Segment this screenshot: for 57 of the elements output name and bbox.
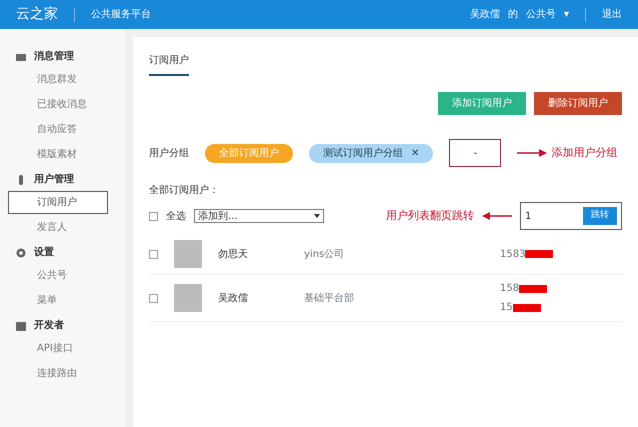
sidebar-item[interactable]: 公共号 (8, 264, 108, 287)
user-name: 吴政儒 (218, 292, 249, 306)
section-title: 设置 (34, 246, 54, 260)
phone-number: 1583 (500, 248, 526, 262)
caret-icon[interactable]: ▾ (564, 7, 569, 22)
person-icon (16, 174, 26, 184)
redaction-bar (519, 284, 548, 292)
sidebar-item[interactable]: 消息群发 (8, 68, 108, 91)
logout-link[interactable]: 退出 (602, 7, 622, 22)
photo-placeholder (174, 284, 202, 312)
user-department: 基础平台部 (304, 292, 355, 306)
arrow-icon (482, 212, 512, 220)
sidebar-item[interactable]: 已接收消息 (8, 93, 108, 116)
account-owner: 吴政儒 (470, 8, 500, 22)
checkbox[interactable] (149, 250, 158, 258)
add-to-dropdown[interactable]: 添加到... (194, 209, 324, 223)
sidebar-item[interactable]: 发言人 (8, 216, 108, 239)
sidebar-item[interactable]: 菜单 (8, 289, 108, 312)
logo-text: 云之家 (16, 5, 58, 24)
list-title: 全部订阅用户： (149, 184, 220, 198)
section-title: 消息管理 (34, 50, 74, 64)
group-tag[interactable]: 测试订阅用户分组 ✕ (309, 144, 434, 162)
sidebar-item[interactable]: API接口 (8, 337, 108, 360)
sidebar-item[interactable]: 订阅用户 (8, 191, 108, 214)
envelope-icon (16, 52, 26, 62)
section-title: 用户管理 (34, 172, 74, 187)
select-all-label: 全选 (166, 210, 186, 224)
checkbox[interactable] (149, 212, 158, 220)
phone-number: 158 (500, 282, 520, 296)
sidebar-item[interactable]: 模版素材 (8, 143, 108, 166)
annotation-text: 用户列表翻页跳转 (386, 208, 474, 224)
delete-button[interactable]: 删除订阅用户 (534, 92, 622, 115)
arrow-icon (517, 149, 548, 157)
caret-icon (314, 214, 320, 218)
phone-number: 15 (500, 301, 513, 315)
redaction-bar (512, 304, 541, 312)
settings-icon (16, 248, 26, 258)
add-button[interactable]: 添加订阅用户 (438, 92, 526, 115)
account-menu[interactable]: 公共号 (526, 7, 556, 22)
annotation-text: 添加用户分组 (551, 144, 618, 161)
account-text: 的 (508, 8, 518, 22)
box-icon (16, 320, 26, 330)
sidebar-item[interactable]: 自动应答 (8, 118, 108, 141)
jump-button[interactable]: 跳转 (583, 207, 617, 225)
user-department: yins公司 (304, 248, 346, 262)
tab[interactable]: 订阅用户 (149, 53, 189, 76)
sidebar-item[interactable]: 连接路由 (8, 362, 108, 385)
platform-title: 公共服务平台 (91, 8, 151, 22)
add-group-box[interactable]: - (449, 139, 502, 167)
checkbox[interactable] (149, 294, 158, 302)
page-number-field[interactable]: 1 (525, 208, 532, 224)
user-name: 勿思天 (218, 248, 249, 262)
photo-placeholder (174, 240, 202, 268)
close-icon[interactable]: ✕ (411, 146, 420, 160)
group-label: 用户分组 (149, 146, 189, 160)
section-title: 开发者 (34, 318, 64, 333)
redaction-bar (525, 250, 554, 258)
